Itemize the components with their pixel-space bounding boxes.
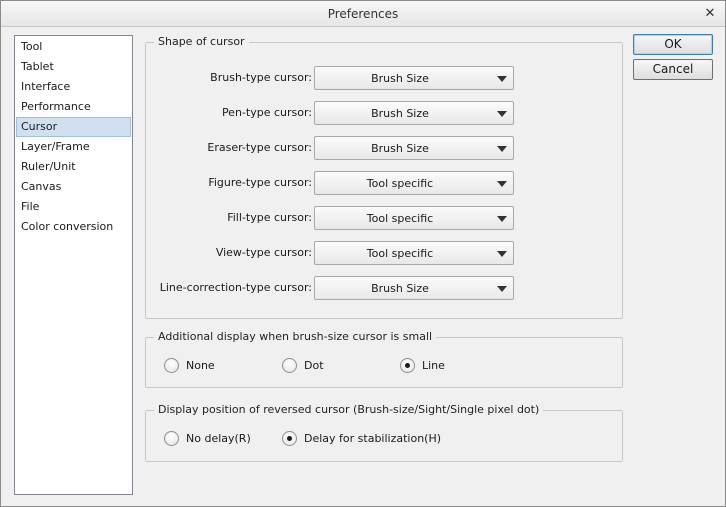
view-type-cursor-row: View-type cursor: Tool specific (146, 241, 622, 265)
sidebar-item-tool[interactable]: Tool (16, 37, 131, 57)
figure-type-cursor-row: Figure-type cursor: Tool specific (146, 171, 622, 195)
figure-type-cursor-label: Figure-type cursor: (208, 176, 312, 189)
select-value: Brush Size (371, 107, 429, 120)
category-list: Tool Tablet Interface Performance Cursor… (14, 35, 133, 495)
fill-type-cursor-row: Fill-type cursor: Tool specific (146, 206, 622, 230)
brush-type-cursor-select[interactable]: Brush Size (314, 66, 514, 90)
cancel-button[interactable]: Cancel (633, 59, 713, 80)
sidebar-item-layer-frame[interactable]: Layer/Frame (16, 137, 131, 157)
reversed-cursor-group: Display position of reversed cursor (Bru… (145, 403, 623, 462)
select-value: Brush Size (371, 142, 429, 155)
line-correction-type-cursor-select[interactable]: Brush Size (314, 276, 514, 300)
line-correction-type-cursor-row: Line-correction-type cursor: Brush Size (146, 276, 622, 300)
sidebar-item-interface[interactable]: Interface (16, 77, 131, 97)
sidebar-item-canvas[interactable]: Canvas (16, 177, 131, 197)
radio-label: No delay(R) (186, 432, 251, 445)
line-correction-type-cursor-label: Line-correction-type cursor: (159, 281, 312, 294)
eraser-type-cursor-label: Eraser-type cursor: (207, 141, 312, 154)
pen-type-cursor-row: Pen-type cursor: Brush Size (146, 101, 622, 125)
radio-no-delay[interactable]: No delay(R) (164, 431, 274, 449)
close-icon[interactable]: ✕ (701, 5, 719, 23)
radio-circle (282, 431, 297, 446)
sidebar-item-cursor[interactable]: Cursor (16, 117, 131, 137)
radio-circle (164, 358, 179, 373)
view-type-cursor-select[interactable]: Tool specific (314, 241, 514, 265)
chevron-down-icon (497, 146, 507, 152)
chevron-down-icon (497, 216, 507, 222)
view-type-cursor-label: View-type cursor: (215, 246, 312, 259)
radio-label: None (186, 359, 215, 372)
select-value: Brush Size (371, 72, 429, 85)
chevron-down-icon (497, 111, 507, 117)
chevron-down-icon (497, 76, 507, 82)
title-bar[interactable]: Preferences ✕ (1, 1, 725, 27)
radio-delay-for-stabilization[interactable]: Delay for stabilization(H) (282, 431, 472, 449)
sidebar-item-tablet[interactable]: Tablet (16, 57, 131, 77)
group-title: Display position of reversed cursor (Bru… (154, 403, 544, 416)
fill-type-cursor-label: Fill-type cursor: (227, 211, 312, 224)
figure-type-cursor-select[interactable]: Tool specific (314, 171, 514, 195)
shape-of-cursor-group: Shape of cursor Brush-type cursor: Brush… (145, 35, 623, 319)
pen-type-cursor-select[interactable]: Brush Size (314, 101, 514, 125)
radio-none[interactable]: None (164, 358, 254, 376)
eraser-type-cursor-select[interactable]: Brush Size (314, 136, 514, 160)
radio-circle (282, 358, 297, 373)
eraser-type-cursor-row: Eraser-type cursor: Brush Size (146, 136, 622, 160)
sidebar-item-ruler-unit[interactable]: Ruler/Unit (16, 157, 131, 177)
brush-type-cursor-row: Brush-type cursor: Brush Size (146, 66, 622, 90)
radio-label: Line (422, 359, 445, 372)
sidebar-item-performance[interactable]: Performance (16, 97, 131, 117)
group-title: Shape of cursor (154, 35, 249, 48)
select-value: Tool specific (366, 212, 434, 225)
pen-type-cursor-label: Pen-type cursor: (221, 106, 312, 119)
sidebar-item-color-conversion[interactable]: Color conversion (16, 217, 131, 237)
group-title: Additional display when brush-size curso… (154, 330, 437, 343)
additional-display-group: Additional display when brush-size curso… (145, 330, 623, 388)
select-value: Brush Size (371, 282, 429, 295)
preferences-dialog: Preferences ✕ Tool Tablet Interface Perf… (0, 0, 726, 507)
brush-type-cursor-label: Brush-type cursor: (210, 71, 312, 84)
radio-line[interactable]: Line (400, 358, 490, 376)
chevron-down-icon (497, 251, 507, 257)
window-title: Preferences (327, 7, 399, 21)
radio-circle (164, 431, 179, 446)
fill-type-cursor-select[interactable]: Tool specific (314, 206, 514, 230)
radio-label: Delay for stabilization(H) (304, 432, 442, 445)
sidebar-item-file[interactable]: File (16, 197, 131, 217)
select-value: Tool specific (366, 177, 434, 190)
ok-button[interactable]: OK (633, 34, 713, 55)
select-value: Tool specific (366, 247, 434, 260)
radio-dot[interactable]: Dot (282, 358, 372, 376)
radio-circle (400, 358, 415, 373)
chevron-down-icon (497, 181, 507, 187)
chevron-down-icon (497, 286, 507, 292)
radio-label: Dot (304, 359, 324, 372)
